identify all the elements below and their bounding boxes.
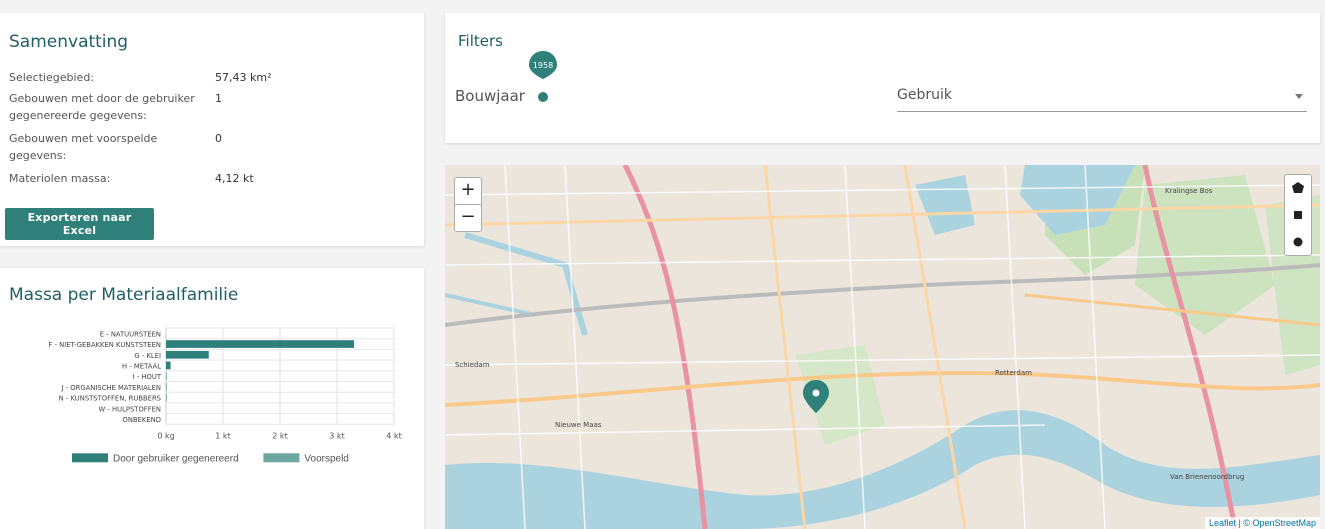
zoom-out-button[interactable]: − bbox=[454, 204, 482, 232]
filters-title: Filters bbox=[458, 32, 503, 50]
summary-value-mass: 4,12 kt bbox=[215, 172, 254, 185]
summary-value-user: 1 bbox=[215, 92, 222, 105]
summary-label-user-line1: Gebouwen met door de gebruiker bbox=[9, 92, 195, 105]
map-label-rotterdam: Rotterdam bbox=[995, 369, 1032, 377]
filters-card: Filters 1958 Bouwjaar Gebruik bbox=[445, 13, 1320, 143]
bar bbox=[166, 372, 167, 380]
summary-card: Samenvatting Selectiegebied: 57,43 km² G… bbox=[0, 13, 424, 246]
summary-value-predicted: 0 bbox=[215, 132, 222, 145]
category-label: G - KLEI bbox=[134, 352, 161, 360]
category-label: F - NIET-GEBAKKEN KUNSTSTEEN bbox=[48, 341, 161, 349]
material-chart-card: Massa per Materiaalfamilie 0 kg 1 kt 2 kt 3… bbox=[0, 268, 424, 529]
bar bbox=[166, 393, 167, 402]
summary-label-user-line2: gegenereerde gegevens: bbox=[9, 109, 147, 122]
gebruik-select[interactable]: Gebruik bbox=[897, 79, 1307, 112]
draw-toolbar bbox=[1284, 174, 1312, 256]
summary-title: Samenvatting bbox=[9, 32, 129, 52]
summary-value-area: 57,43 km² bbox=[215, 71, 272, 84]
export-excel-button[interactable]: Exporteren naar Excel bbox=[5, 208, 154, 240]
bar bbox=[166, 383, 167, 391]
category-label: H - METAAL bbox=[122, 362, 161, 370]
map-view[interactable]: Schiedam Nieuwe Maas Rotterdam Kralingse… bbox=[445, 165, 1320, 529]
x-tick-label: 3 kt bbox=[329, 431, 344, 440]
map-label-schiedam: Schiedam bbox=[455, 361, 490, 369]
x-tick-label: 0 kg bbox=[157, 431, 174, 440]
dropdown-arrow-icon bbox=[1295, 94, 1303, 99]
map-label-brug: Van Brienenoordbrug bbox=[1170, 473, 1244, 481]
category-label: E - NATUURSTEEN bbox=[100, 330, 161, 338]
map-label-kralingse-bos: Kralingse Bos bbox=[1165, 187, 1213, 195]
legend-swatch bbox=[263, 453, 300, 463]
summary-label-predicted-line1: Gebouwen met voorspelde bbox=[9, 132, 158, 145]
category-label: W - HULPSTOFFEN bbox=[99, 405, 161, 413]
category-label: I - HOUT bbox=[133, 373, 162, 381]
legend-swatch bbox=[72, 453, 108, 463]
gebruik-label: Gebruik bbox=[897, 87, 952, 103]
summary-label-mass: Materiolen massa: bbox=[9, 172, 111, 185]
bouwjaar-value: 1958 bbox=[533, 61, 553, 70]
bouwjaar-label: Bouwjaar bbox=[455, 87, 525, 105]
map-label-nieuwe-maas: Nieuwe Maas bbox=[555, 421, 602, 429]
x-tick-label: 2 kt bbox=[272, 431, 287, 440]
draw-circle-icon[interactable] bbox=[1285, 229, 1311, 255]
summary-label-predicted-line2: gegevens: bbox=[9, 149, 67, 162]
bouwjaar-slider-handle[interactable] bbox=[538, 92, 548, 102]
map-attribution[interactable]: Leaflet | © OpenStreetMap bbox=[1204, 517, 1320, 529]
material-bar-chart: 0 kg 1 kt 2 kt 3 kt 4 kt E - NATUURSTEEN F - N… bbox=[48, 327, 402, 464]
category-label: J - ORGANISCHE MATERIALEN bbox=[61, 384, 161, 392]
draw-polygon-icon[interactable] bbox=[1285, 175, 1311, 201]
bouwjaar-value-pin: 1958 bbox=[529, 51, 557, 79]
bar bbox=[166, 361, 171, 370]
category-label: ONBEKEND bbox=[123, 416, 161, 424]
zoom-in-button[interactable]: + bbox=[454, 177, 482, 205]
legend-label: Door gebruiker gegenereerd bbox=[113, 453, 239, 464]
map-tiles: Schiedam Nieuwe Maas Rotterdam Kralingse… bbox=[445, 165, 1320, 529]
draw-rectangle-icon[interactable] bbox=[1285, 202, 1311, 228]
bar bbox=[166, 350, 209, 359]
legend-label: Voorspeld bbox=[304, 453, 348, 464]
x-tick-label: 4 kt bbox=[386, 431, 401, 440]
category-label: N - KUNSTSTOFFEN, RUBBERS bbox=[59, 395, 161, 403]
x-tick-label: 1 kt bbox=[215, 431, 230, 440]
bar bbox=[166, 340, 355, 348]
summary-label-area: Selectiegebied: bbox=[9, 71, 95, 84]
